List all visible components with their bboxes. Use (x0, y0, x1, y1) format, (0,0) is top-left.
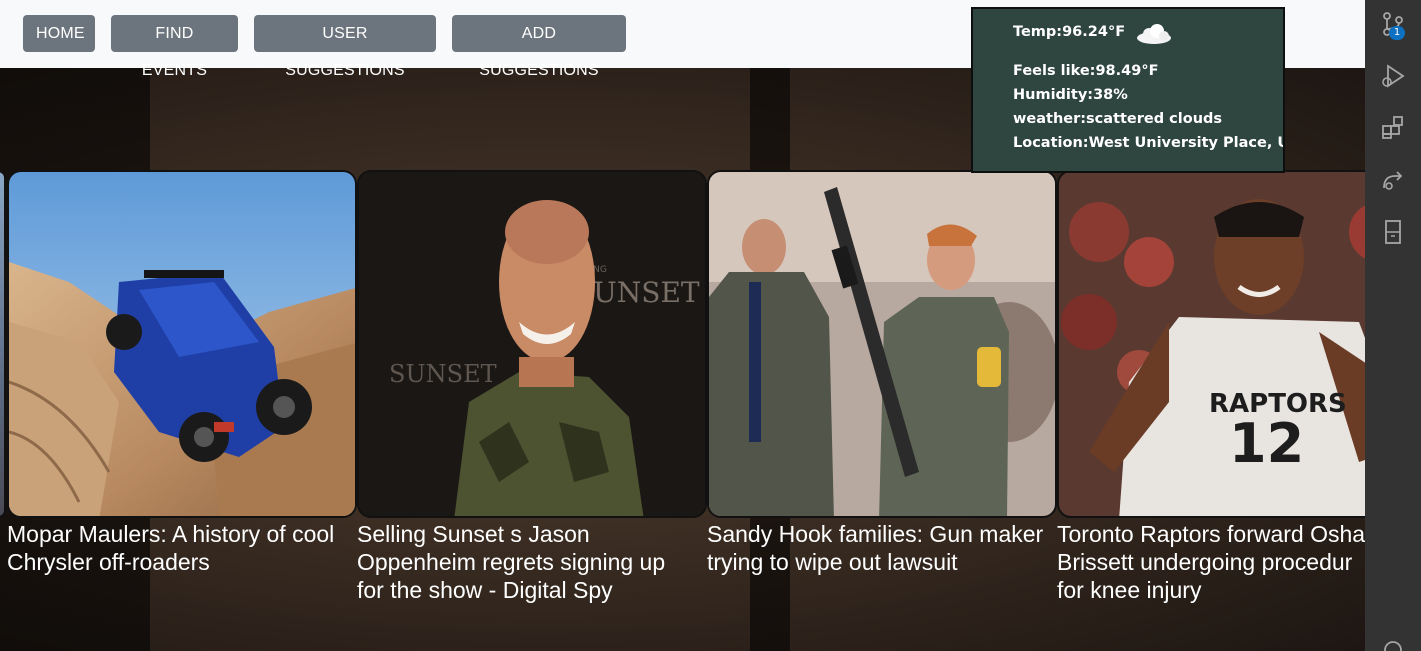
editor-activity-bar (1365, 0, 1421, 651)
news-card[interactable]: Mopar Maulers: A history of cool Chrysle… (7, 170, 357, 576)
extensions-icon[interactable] (1379, 114, 1407, 142)
news-card[interactable]: Sandy Hook families: Gun maker trying to… (707, 170, 1057, 576)
add-suggestions-button[interactable]: ADD SUGGESTIONS (452, 15, 626, 79)
news-card-title[interactable]: Sandy Hook families: Gun maker trying to… (707, 520, 1057, 576)
officer-rifle-image (709, 172, 1055, 516)
remote-icon[interactable] (1379, 166, 1407, 194)
news-card-title[interactable]: Toronto Raptors forward Osha Brissett un… (1057, 520, 1365, 604)
selling-sunset-image: SUNSET SUNSET SELLING (359, 172, 705, 516)
news-card-title-line: trying to wipe out lawsuit (707, 549, 958, 575)
news-card-title-line: for the show - Digital Spy (357, 577, 613, 603)
weather-temp: Temp:96.24°F (1013, 24, 1126, 40)
svg-text:12: 12 (1229, 412, 1304, 475)
cloud-icon (1137, 24, 1171, 44)
news-card-image[interactable] (707, 170, 1057, 518)
weather-location: Location:West University Place, US (1013, 135, 1283, 151)
news-card-title-line: Toronto Raptors forward Osha (1057, 521, 1365, 547)
news-card-title-line: for knee injury (1057, 577, 1202, 603)
source-control-badge: 1 (1389, 26, 1405, 40)
settings-gear-icon[interactable] (1379, 636, 1407, 651)
weather-humidity: Humidity:38% (1013, 87, 1128, 103)
weather-widget: Temp:96.24°F Feels like:98.49°F Humidity… (971, 7, 1285, 173)
news-card-image[interactable] (7, 170, 357, 518)
news-card-title-line: Oppenheim regrets signing up (357, 549, 666, 575)
news-card[interactable]: 12 RAPTORS Toronto Raptors forward Osha … (1057, 170, 1365, 604)
weather-description: weather:scattered clouds (1013, 111, 1223, 127)
raptors-player-image: 12 RAPTORS (1059, 172, 1365, 516)
weather-feels-like: Feels like:98.49°F (1013, 63, 1159, 79)
partial-news-card[interactable] (0, 170, 6, 518)
news-card-image[interactable]: 12 RAPTORS (1057, 170, 1365, 518)
news-card-title[interactable]: Mopar Maulers: A history of cool Chrysle… (7, 520, 357, 576)
run-debug-icon[interactable] (1379, 62, 1407, 90)
news-card-title-line: Chrysler off-roaders (7, 549, 210, 575)
notebook-icon[interactable] (1379, 218, 1407, 246)
news-card-title-line: Mopar Maulers: A history of cool (7, 521, 335, 547)
news-card-title[interactable]: Selling Sunset s Jason Oppenheim regrets… (357, 520, 707, 604)
news-card-title-line: Brissett undergoing procedur (1057, 549, 1353, 575)
find-events-button[interactable]: FIND EVENTS (111, 15, 238, 79)
news-card-title-line: Sandy Hook families: Gun maker (707, 521, 1044, 547)
home-button[interactable]: HOME (23, 15, 95, 52)
svg-text:SUNSET: SUNSET (389, 360, 497, 388)
svg-text:RAPTORS: RAPTORS (1209, 389, 1347, 419)
user-suggestions-button[interactable]: USER SUGGESTIONS (254, 15, 436, 79)
jeep-image (9, 172, 355, 516)
news-card-image[interactable]: SUNSET SUNSET SELLING (357, 170, 707, 518)
news-card-title-line: Selling Sunset s Jason (357, 521, 590, 547)
news-card[interactable]: SUNSET SUNSET SELLING Selling Sunset s J… (357, 170, 707, 604)
